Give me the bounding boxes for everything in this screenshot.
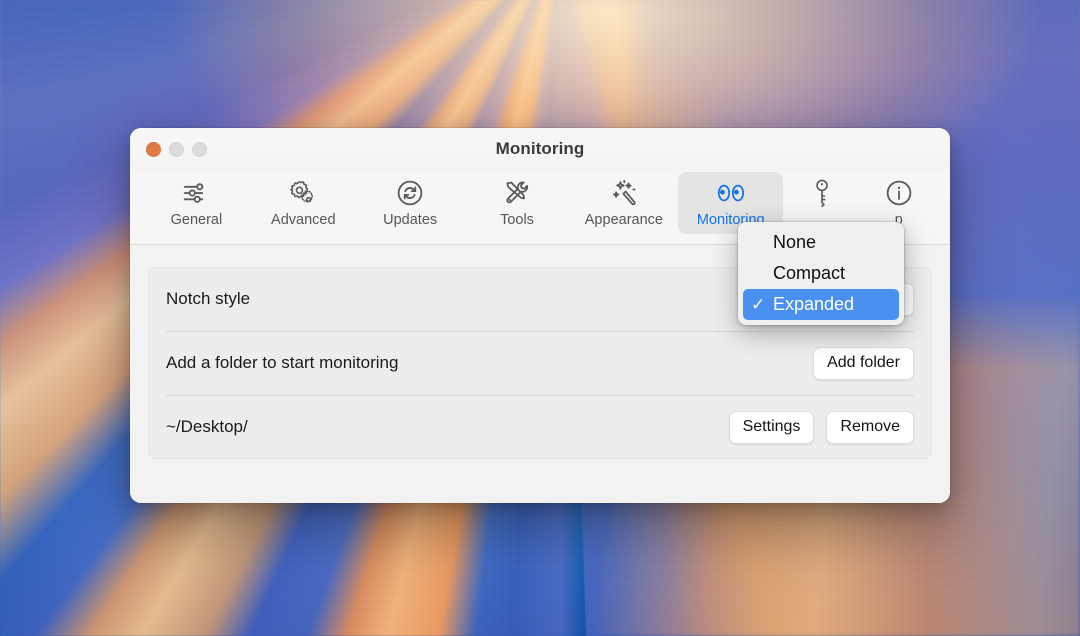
tab-license[interactable] [785,172,859,218]
settings-window: Monitoring General Advanced Updates Tool… [130,128,950,503]
menu-item-compact-label: Compact [773,263,846,283]
gears-icon [288,176,319,210]
window-title: Monitoring [495,139,585,158]
eyes-icon [714,176,748,210]
monitored-folder-controls: Settings Remove [728,410,914,444]
checkmark-icon: ✓ [751,294,766,314]
folder-settings-button[interactable]: Settings [728,410,815,444]
sliders-icon [181,176,211,210]
tab-updates-label: Updates [383,212,438,228]
tools-icon [502,176,532,210]
key-icon [808,176,836,210]
menu-item-expanded[interactable]: ✓ Expanded [743,289,899,320]
row-monitored-folder: ~/Desktop/ Settings Remove [148,395,932,459]
tab-tools[interactable]: Tools [465,172,570,234]
add-folder-control: Add folder [813,346,914,380]
sparkle-wand-icon [608,176,639,210]
tab-appearance-label: Appearance [584,212,663,228]
menu-item-none[interactable]: None [743,227,899,258]
tab-tools-label: Tools [500,212,534,228]
menu-item-compact[interactable]: Compact [743,258,899,289]
window-titlebar[interactable]: Monitoring [130,128,950,172]
tab-appearance[interactable]: Appearance [571,172,676,234]
add-folder-button[interactable]: Add folder [813,346,914,380]
tab-advanced-label: Advanced [271,212,336,228]
info-icon [884,176,914,210]
tab-updates[interactable]: Updates [358,172,463,234]
tab-general[interactable]: General [144,172,249,234]
row-add-folder: Add a folder to start monitoring Add fol… [148,331,932,395]
menu-item-none-label: None [773,232,817,252]
notch-style-label: Notch style [166,289,251,308]
tab-general-label: General [170,212,223,228]
add-folder-label: Add a folder to start monitoring [166,353,399,372]
tab-advanced[interactable]: Advanced [251,172,356,234]
folder-remove-button[interactable]: Remove [826,410,914,444]
notch-style-menu[interactable]: None Compact ✓ Expanded [738,222,904,325]
menu-item-expanded-label: Expanded [773,294,855,314]
refresh-icon [395,176,425,210]
monitored-folder-path: ~/Desktop/ [166,417,248,436]
